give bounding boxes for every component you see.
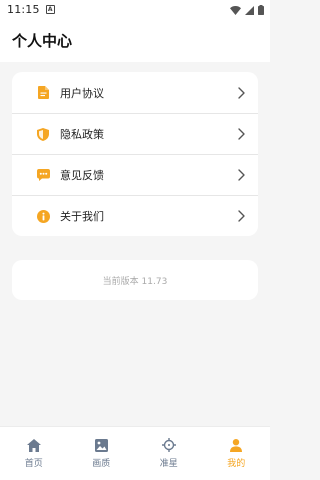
status-bar: 11:15 A [0,0,270,18]
chevron-right-icon [236,128,246,140]
status-right [230,0,264,19]
menu-item-about-us[interactable]: 关于我们 [12,195,258,236]
status-left: 11:15 A [7,3,55,16]
menu-item-label: 用户协议 [60,86,104,100]
menu-item-label: 隐私政策 [60,128,104,141]
app-header: 个人中心 [0,18,270,62]
document-icon [36,86,50,100]
wifi-icon [230,0,241,19]
bottom-tab-bar: 首页 画质 准星 我的 [0,426,270,480]
home-icon [26,438,41,452]
tab-label: 首页 [24,459,43,469]
menu-item-label: 关于我们 [60,210,104,223]
status-time: 11:15 [7,2,40,16]
crosshair-icon [161,438,176,452]
tab-crosshair[interactable]: 准星 [135,438,202,469]
menu-item-privacy-policy[interactable]: 隐私政策 [12,113,258,154]
menu-item-label: 意见反馈 [60,169,104,182]
menu-item-feedback[interactable]: 意见反馈 [12,154,258,195]
shield-icon [36,127,50,141]
chevron-right-icon [236,169,246,181]
tab-quality[interactable]: 画质 [68,438,135,469]
tab-label: 我的 [227,459,246,469]
chevron-right-icon [236,86,246,99]
person-icon [229,438,243,452]
chat-bubble-icon [36,168,50,182]
menu-item-user-agreement[interactable]: 用户协议 [12,72,258,113]
tab-label: 准星 [159,459,178,469]
tab-label: 画质 [92,459,111,469]
notification-a-icon: A [45,4,55,14]
tab-mine[interactable]: 我的 [203,438,270,469]
info-icon [36,209,50,223]
image-icon [94,438,108,452]
page-title: 个人中心 [12,31,73,50]
chevron-right-icon [236,210,246,222]
battery-icon [258,0,264,19]
signal-icon [245,0,254,19]
version-text: 当前版本 11.73 [102,276,168,287]
version-card: 当前版本 11.73 [12,260,258,300]
menu-card: 用户协议 隐私政策 意见反馈 关于我们 [12,72,258,236]
tab-home[interactable]: 首页 [0,438,67,469]
